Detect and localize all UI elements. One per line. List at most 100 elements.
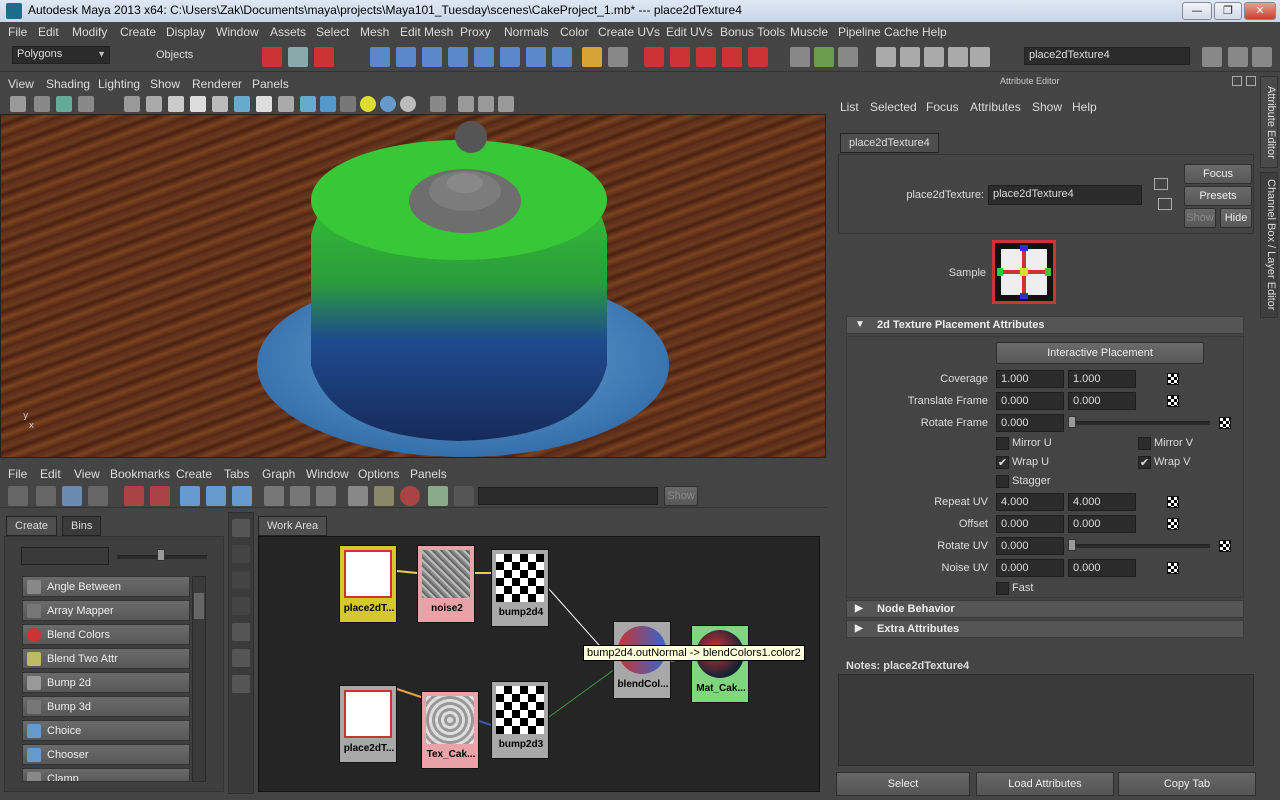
- translate-frame-v-field[interactable]: 0.000: [1068, 392, 1136, 410]
- snap-point-icon[interactable]: [422, 47, 442, 67]
- film-gate-icon[interactable]: [146, 96, 162, 112]
- hs-menu-options[interactable]: Options: [358, 467, 399, 481]
- scrollbar-thumb[interactable]: [194, 593, 204, 619]
- menu-edit-mesh[interactable]: Edit Mesh: [400, 25, 453, 39]
- history-icon[interactable]: [500, 47, 520, 67]
- xray-joints-icon[interactable]: [478, 96, 494, 112]
- close-panel-icon[interactable]: [1246, 76, 1256, 86]
- clear-graph-icon[interactable]: [180, 486, 200, 506]
- select-object-icon[interactable]: [288, 47, 308, 67]
- hs-side-icon-4[interactable]: [232, 597, 250, 615]
- lock-icon[interactable]: [582, 47, 602, 67]
- channel-box-icon[interactable]: [1252, 47, 1272, 67]
- map-button-icon[interactable]: [1219, 417, 1231, 429]
- menu-file[interactable]: File: [8, 25, 27, 39]
- menu-display[interactable]: Display: [166, 25, 205, 39]
- magnet-live-icon[interactable]: [748, 47, 768, 67]
- copy-tab-button[interactable]: Copy Tab: [1118, 772, 1256, 796]
- hs-side-icon-5[interactable]: [232, 623, 250, 641]
- map-button-icon[interactable]: [1167, 562, 1179, 574]
- smooth-shade-icon[interactable]: [300, 96, 316, 112]
- list-item[interactable]: Blend Two Attr: [22, 648, 190, 669]
- rotate-frame-slider[interactable]: [1068, 421, 1210, 425]
- menu-edit-uvs[interactable]: Edit UVs: [666, 25, 713, 39]
- perspective-viewport[interactable]: y x: [0, 114, 826, 458]
- menu-window[interactable]: Window: [216, 25, 259, 39]
- hs-menu-tabs[interactable]: Tabs: [224, 467, 249, 481]
- vp-menu-renderer[interactable]: Renderer: [192, 77, 242, 91]
- xray-icon[interactable]: [458, 96, 474, 112]
- hs-menu-edit[interactable]: Edit: [40, 467, 61, 481]
- map-button-icon[interactable]: [1167, 395, 1179, 407]
- magnet-surface-icon[interactable]: [722, 47, 742, 67]
- graph-selected-icon[interactable]: [150, 486, 170, 506]
- vp-menu-panels[interactable]: Panels: [252, 77, 289, 91]
- rotate-frame-field[interactable]: 0.000: [996, 414, 1064, 432]
- offset-v-field[interactable]: 0.000: [1068, 515, 1136, 533]
- focus-button[interactable]: Focus: [1184, 164, 1252, 184]
- list-item[interactable]: Clamp: [22, 768, 190, 782]
- create-list-scrollbar[interactable]: [192, 576, 206, 782]
- section-node-behavior[interactable]: ▶ Node Behavior: [846, 600, 1244, 618]
- work-area-graph[interactable]: place2dT... noise2 bump2d4 place2dT... T…: [258, 536, 820, 792]
- menu-select[interactable]: Select: [316, 25, 349, 39]
- render-swatch-icon[interactable]: [400, 486, 420, 506]
- coverage-u-field[interactable]: 1.000: [996, 370, 1064, 388]
- menu-normals[interactable]: Normals: [504, 25, 549, 39]
- hide-button[interactable]: Hide: [1220, 208, 1252, 228]
- list-item[interactable]: Bump 3d: [22, 696, 190, 717]
- input-connections-icon[interactable]: [232, 486, 252, 506]
- mirror-v-checkbox[interactable]: [1138, 437, 1151, 450]
- hs-side-icon-3[interactable]: [232, 571, 250, 589]
- rotate-uv-slider[interactable]: [1068, 544, 1210, 548]
- output-connection-icon[interactable]: [1158, 198, 1172, 210]
- hs-side-icon-1[interactable]: [232, 519, 250, 537]
- render-settings-icon[interactable]: [838, 47, 858, 67]
- menu-create[interactable]: Create: [120, 25, 156, 39]
- float-panel-icon[interactable]: [1232, 76, 1242, 86]
- graph-icon[interactable]: [924, 47, 944, 67]
- vp-menu-view[interactable]: View: [8, 77, 34, 91]
- hs-menu-create[interactable]: Create: [176, 467, 212, 481]
- close-button[interactable]: ✕: [1244, 2, 1276, 20]
- update-swatches-icon[interactable]: [428, 486, 448, 506]
- section-texture-placement[interactable]: ▼ 2d Texture Placement Attributes: [846, 316, 1244, 334]
- swatch-size-knob[interactable]: [157, 549, 165, 561]
- node-place2dtexture[interactable]: place2dT...: [339, 685, 397, 763]
- select-hierarchy-icon[interactable]: [262, 47, 282, 67]
- wireframe-icon[interactable]: [278, 96, 294, 112]
- show-bottom-tabs-icon[interactable]: [62, 486, 82, 506]
- hs-menu-bookmarks[interactable]: Bookmarks: [110, 467, 170, 481]
- select-component-icon[interactable]: [314, 47, 334, 67]
- menu-create-uvs[interactable]: Create UVs: [598, 25, 660, 39]
- map-button-icon[interactable]: [1219, 540, 1231, 552]
- node-bump2d4[interactable]: bump2d4: [491, 549, 549, 627]
- hs-side-icon-7[interactable]: [232, 675, 250, 693]
- ipr-render-icon[interactable]: [814, 47, 834, 67]
- selection-mode-label[interactable]: Objects: [152, 48, 252, 66]
- image-plane-icon[interactable]: [78, 96, 94, 112]
- field-chart-icon[interactable]: [212, 96, 228, 112]
- snap-curve-icon[interactable]: [396, 47, 416, 67]
- create-filter-input[interactable]: [21, 547, 109, 565]
- menu-modify[interactable]: Modify: [72, 25, 107, 39]
- grid-icon[interactable]: [124, 96, 140, 112]
- tab-work-area[interactable]: Work Area: [258, 516, 328, 536]
- node-name-field[interactable]: place2dTexture4: [988, 185, 1142, 205]
- magnet-curve-icon[interactable]: [670, 47, 690, 67]
- xray-components-icon[interactable]: [498, 96, 514, 112]
- wrap-v-checkbox[interactable]: ✔: [1138, 456, 1151, 469]
- isolate-select-icon[interactable]: [430, 96, 446, 112]
- help-icon[interactable]: [552, 47, 572, 67]
- bookmark-icon[interactable]: [56, 96, 72, 112]
- ae-menu-help[interactable]: Help: [1072, 100, 1097, 114]
- fast-checkbox[interactable]: [996, 582, 1009, 595]
- repeat-v-field[interactable]: 4.000: [1068, 493, 1136, 511]
- menu-muscle[interactable]: Muscle: [790, 25, 828, 39]
- presets-button[interactable]: Presets: [1184, 186, 1252, 206]
- list-item[interactable]: Angle Between: [22, 576, 190, 597]
- node-mat-cake[interactable]: Mat_Cak...: [691, 625, 749, 703]
- rotate-frame-knob[interactable]: [1068, 416, 1076, 428]
- name-field-input[interactable]: place2dTexture4: [1024, 47, 1190, 65]
- menu-set-dropdown[interactable]: Polygons ▼: [12, 46, 110, 64]
